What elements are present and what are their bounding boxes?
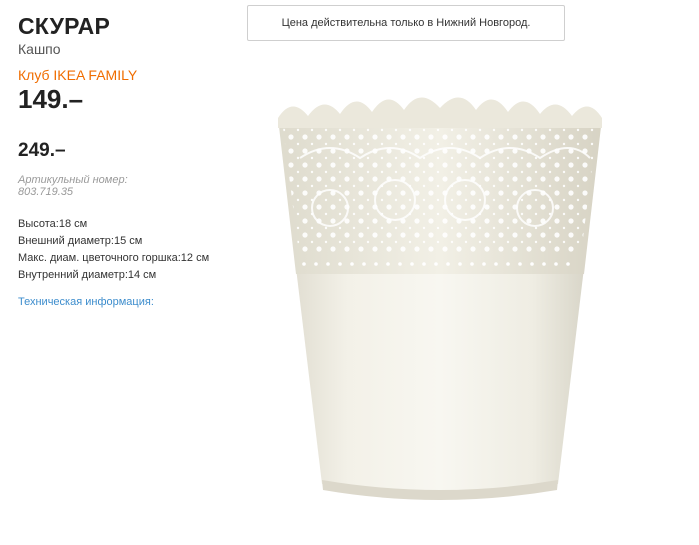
product-info-panel: СКУРАР Кашпо Клуб IKEA FAMILY 149.– 249.… xyxy=(18,12,248,310)
spec-max-pot-diameter: Макс. диам. цветочного горшка:12 см xyxy=(18,252,210,264)
family-price: 149.– xyxy=(18,84,84,114)
spec-inner-diameter: Внутренний диаметр:14 см xyxy=(18,269,157,281)
regular-price: 249.– xyxy=(18,140,66,161)
price-notice: Цена действительна только в Нижний Новго… xyxy=(247,5,565,41)
article-number: Артикульный номер: 803.719.35 xyxy=(18,174,128,198)
price-notice-text: Цена действительна только в Нижний Новго… xyxy=(281,17,531,29)
spec-outer-diameter: Внешний диаметр:15 см xyxy=(18,235,143,247)
spec-height: Высота:18 см xyxy=(18,218,88,230)
product-specs: Высота:18 см Внешний диаметр:15 см Макс.… xyxy=(18,216,248,284)
technical-info-link[interactable]: Техническая информация: xyxy=(18,296,154,309)
product-type: Кашпо xyxy=(18,41,61,57)
flower-pot-image xyxy=(278,97,602,500)
product-name: СКУРАР xyxy=(18,13,110,39)
family-club-label: Клуб IKEA FAMILY xyxy=(18,67,138,83)
